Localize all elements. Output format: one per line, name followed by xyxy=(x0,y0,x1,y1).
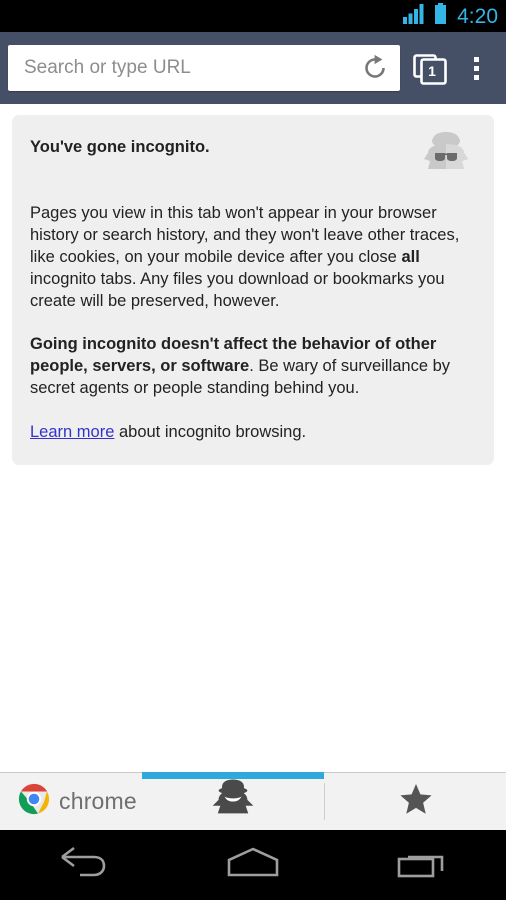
browser-toolbar: Search or type URL 1 xyxy=(0,32,506,104)
android-navigation-bar xyxy=(0,830,506,900)
status-bar-icons: 4:20 xyxy=(403,3,498,29)
star-icon xyxy=(399,783,433,821)
incognito-paragraph-2: Going incognito doesn't affect the behav… xyxy=(30,333,474,399)
tab-most-visited[interactable]: chrome xyxy=(0,773,142,830)
menu-dot-1 xyxy=(473,56,479,62)
home-button[interactable] xyxy=(198,830,308,900)
tab-label-chrome: chrome xyxy=(59,788,137,814)
status-bar: 4:20 xyxy=(0,0,506,32)
menu-dot-2 xyxy=(473,65,479,71)
learn-more-link[interactable]: Learn more xyxy=(30,423,114,441)
learn-more-suffix: about incognito browsing. xyxy=(114,422,307,441)
incognito-spy-icon xyxy=(211,779,255,824)
back-button[interactable] xyxy=(29,830,139,900)
reload-icon[interactable] xyxy=(358,51,392,85)
home-icon xyxy=(225,846,281,885)
bottom-tab-bar: chrome xyxy=(0,772,506,830)
tab-stack-icon xyxy=(413,54,447,85)
paragraph-1-part-1: Pages you view in this tab won't appear … xyxy=(30,204,460,267)
recents-button[interactable] xyxy=(367,830,477,900)
incognito-spy-icon xyxy=(420,131,472,182)
recents-icon xyxy=(396,846,448,885)
tab-bookmarks[interactable] xyxy=(325,773,506,830)
omnibox-placeholder-text[interactable]: Search or type URL xyxy=(24,57,358,79)
page-content: You've gone incognito. Pages you view in… xyxy=(0,104,506,772)
tab-incognito[interactable] xyxy=(142,772,324,830)
battery-full-icon xyxy=(434,3,447,29)
active-tab-indicator xyxy=(142,772,324,779)
omnibox[interactable]: Search or type URL xyxy=(8,45,400,91)
paragraph-1-part-2: incognito tabs. Any files you download o… xyxy=(30,270,445,311)
chrome-logo-icon xyxy=(18,783,50,820)
back-arrow-icon xyxy=(58,846,110,885)
incognito-paragraph-1: Pages you view in this tab won't appear … xyxy=(30,202,474,313)
overflow-menu-icon[interactable] xyxy=(454,44,498,92)
page-title: You've gone incognito. xyxy=(30,138,210,156)
menu-dot-3 xyxy=(473,74,479,80)
signal-bars-icon xyxy=(403,3,427,29)
incognito-info-card: You've gone incognito. Pages you view in… xyxy=(12,115,494,465)
card-header: You've gone incognito. xyxy=(30,132,474,182)
learn-more-line: Learn more about incognito browsing. xyxy=(30,421,474,443)
tab-switcher-button[interactable]: 1 xyxy=(406,44,454,92)
paragraph-1-bold-all: all xyxy=(401,248,420,267)
status-bar-clock: 4:20 xyxy=(457,4,498,28)
